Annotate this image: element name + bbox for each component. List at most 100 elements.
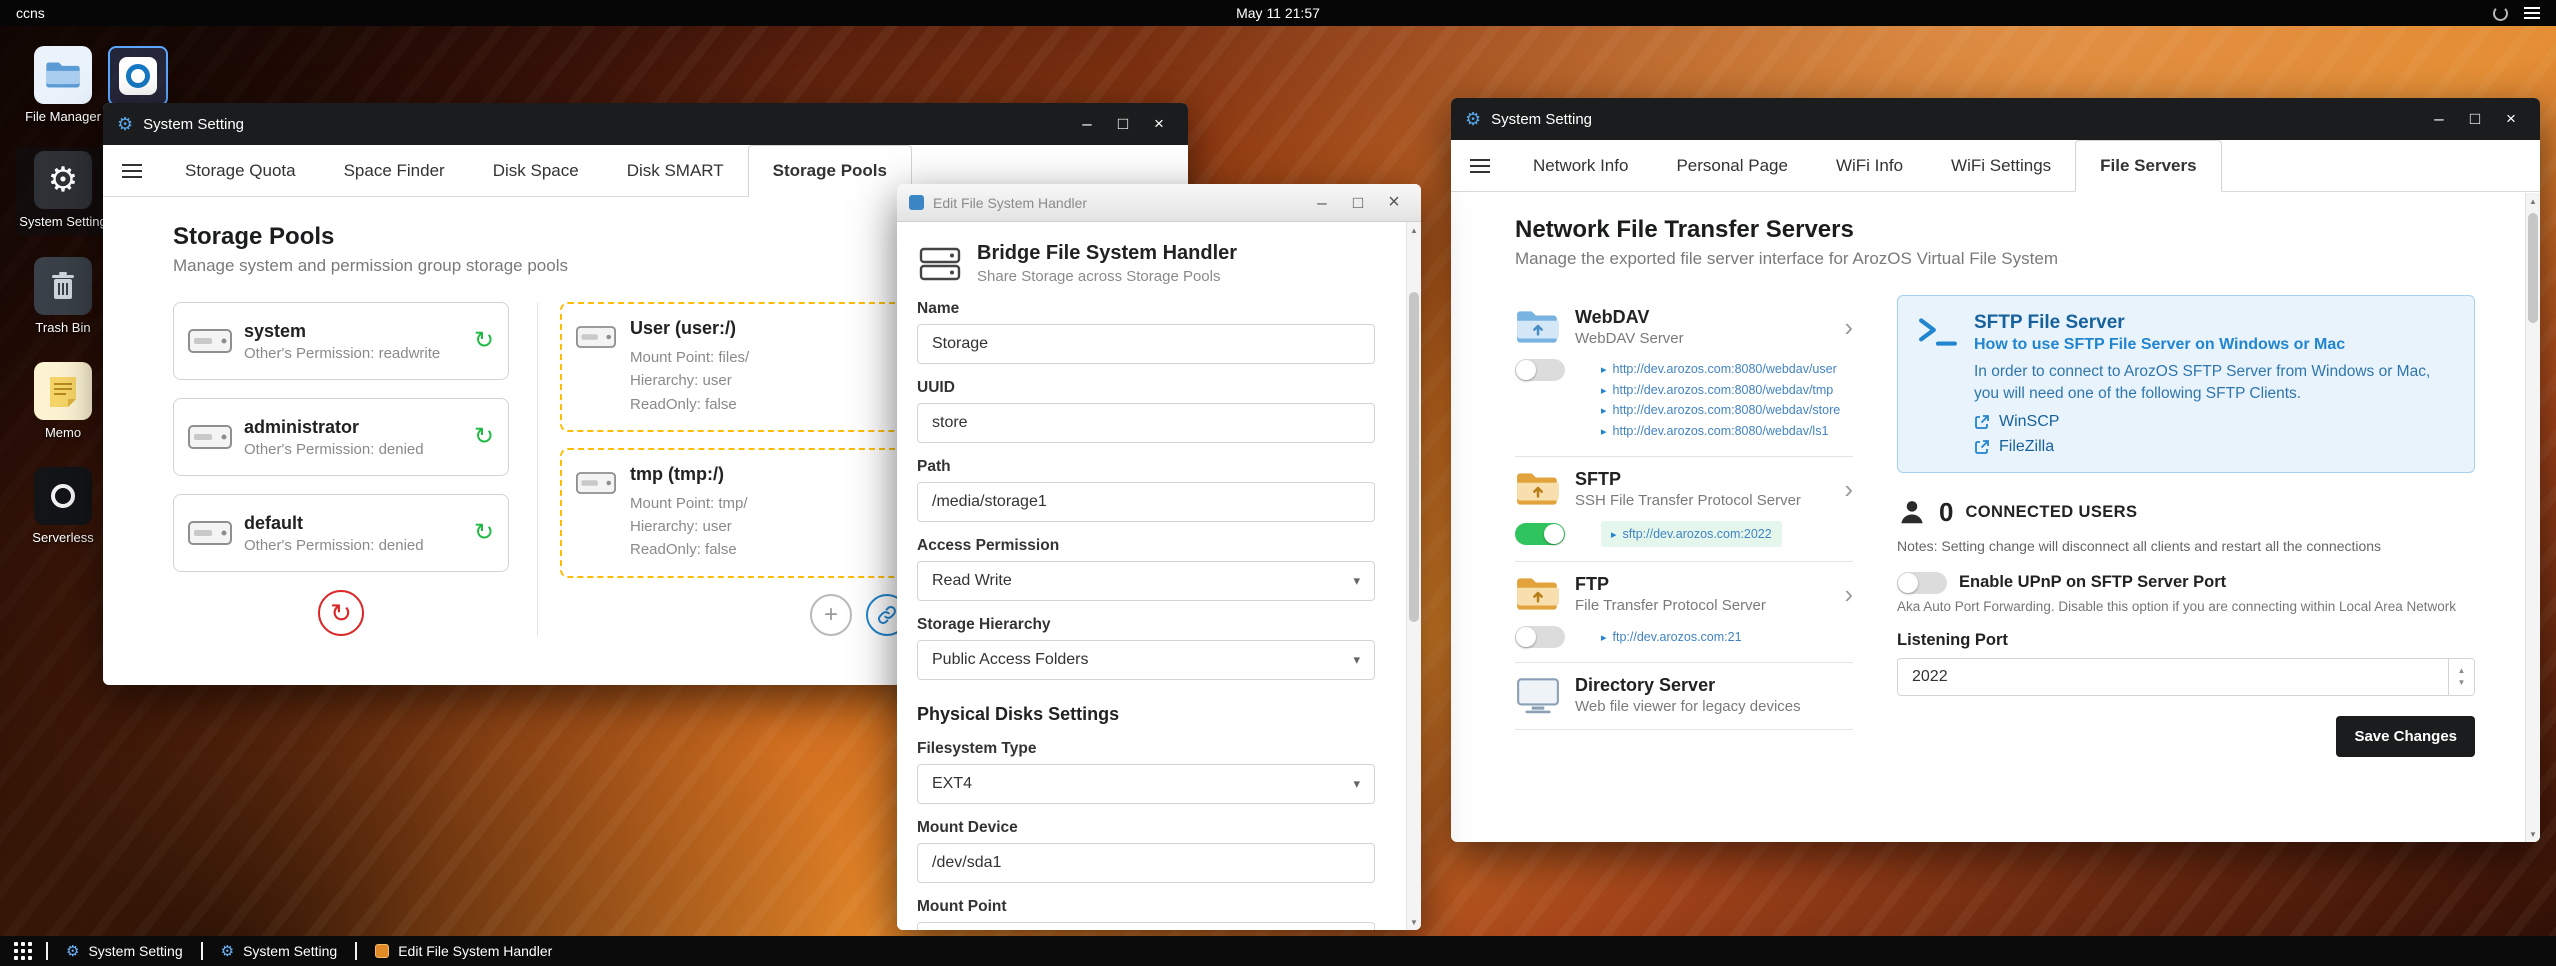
gear-icon: ⚙ [117,114,134,134]
chevron-right-icon[interactable]: › [1844,314,1853,340]
sync-icon[interactable]: ↻ [474,521,494,545]
ftp-link[interactable]: ▸ ftp://dev.arozos.com:21 [1601,627,1742,648]
tab-personal-page[interactable]: Personal Page [1652,140,1812,191]
filesystem-type-select[interactable]: EXT4 ▾ [917,764,1375,804]
sftp-toggle[interactable] [1515,522,1565,545]
scrollbar-thumb[interactable] [1409,292,1419,622]
taskbar-item-edit-fs-handler[interactable]: Edit File System Handler [357,936,570,966]
start-menu-button[interactable] [0,936,46,966]
taskbar-item-system-setting-1[interactable]: ⚙ System Setting [48,936,201,966]
name-label: Name [917,300,960,317]
edit-fs-handler-icon [375,944,390,958]
chevron-right-icon[interactable]: › [1844,581,1853,607]
bullet-icon: ▸ [1601,384,1607,397]
gear-icon: ⚙ [34,151,92,210]
server-ftp-header[interactable]: FTP File Transfer Protocol Server › [1515,574,1853,614]
maximize-button[interactable]: □ [1108,111,1138,137]
tab-wifi-settings[interactable]: WiFi Settings [1927,140,2075,191]
desktop: ccns May 11 21:57 File Manager ⚙ System … [0,0,2556,966]
storage-hierarchy-select[interactable]: Public Access Folders ▾ [917,640,1375,680]
close-button[interactable]: × [1144,111,1174,137]
storage-window-titlebar[interactable]: ⚙ System Setting – □ × [103,103,1188,145]
desktop-icon-trash-bin[interactable]: Trash Bin [16,253,110,340]
sftp-link[interactable]: ▸ sftp://dev.arozos.com:2022 [1601,520,1782,548]
bridge-card-tmp[interactable]: tmp (tmp:/) Mount Point: tmp/ Hierarchy:… [560,447,912,578]
tab-network-info[interactable]: Network Info [1509,140,1652,191]
server-webdav-header[interactable]: WebDAV WebDAV Server › [1515,307,1853,347]
upnp-description: Aka Auto Port Forwarding. Disable this o… [1897,598,2457,614]
menu-icon[interactable] [1451,140,1509,191]
listening-port-field[interactable] [1897,657,2475,696]
tab-storage-pools[interactable]: Storage Pools [747,145,912,197]
name-field[interactable] [917,324,1375,364]
upnp-toggle[interactable] [1897,571,1947,594]
tab-storage-quota[interactable]: Storage Quota [161,145,320,196]
pool-card-default[interactable]: default Other's Permission: denied ↻ [173,494,509,572]
desktop-icon-memo[interactable]: Memo [16,358,110,445]
client-link-filezilla[interactable]: FileZilla [1974,438,2454,456]
pool-card-system[interactable]: system Other's Permission: readwrite ↻ [173,302,509,380]
scroll-down-icon[interactable]: ▼ [2526,826,2540,842]
server-sftp-header[interactable]: SFTP SSH File Transfer Protocol Server › [1515,469,1853,509]
bridge-card-user[interactable]: User (user:/) Mount Point: files/ Hierar… [560,302,912,432]
webdav-link[interactable]: ▸ http://dev.arozos.com:8080/webdav/store [1601,400,1840,421]
webdav-link[interactable]: ▸ http://dev.arozos.com:8080/webdav/user [1601,359,1840,380]
tab-file-servers[interactable]: File Servers [2075,140,2222,192]
desktop-icon-selected-app[interactable] [108,46,168,106]
number-stepper[interactable]: ▲ ▼ [2448,658,2474,695]
edit-window-scrollbar[interactable]: ▲ ▼ [1406,222,1421,930]
sync-icon[interactable]: ↻ [474,425,494,449]
sync-status-icon[interactable] [2493,5,2508,21]
gear-icon: ⚙ [220,942,235,960]
uuid-field[interactable] [917,403,1375,443]
menu-icon[interactable] [103,145,161,196]
step-down-icon[interactable]: ▼ [2458,678,2466,687]
path-field[interactable] [917,482,1375,522]
external-link-icon [1975,415,1989,429]
taskbar-item-system-setting-2[interactable]: ⚙ System Setting [203,936,356,966]
desktop-icon-serverless[interactable]: Serverless [16,463,110,550]
tab-space-finder[interactable]: Space Finder [320,145,469,196]
network-window-titlebar[interactable]: ⚙ System Setting – □ × [1451,98,2540,140]
desktop-icon-file-manager[interactable]: File Manager [16,42,110,129]
scroll-down-icon[interactable]: ▼ [1407,914,1421,930]
scrollbar-thumb[interactable] [2528,213,2538,323]
close-button[interactable]: × [1379,190,1409,216]
minimize-button[interactable]: – [1307,190,1337,216]
network-window-scrollbar[interactable]: ▲ ▼ [2525,193,2540,842]
webdav-link[interactable]: ▸ http://dev.arozos.com:8080/webdav/tmp [1601,380,1840,401]
edit-form: Bridge File System Handler Share Storage… [897,222,1421,930]
edit-window-titlebar[interactable]: Edit File System Handler – □ × [897,184,1421,222]
add-bridge-button[interactable]: + [810,593,852,636]
step-up-icon[interactable]: ▲ [2458,666,2466,675]
server-directory: Directory Server Web file viewer for leg… [1515,663,1853,729]
mount-device-field[interactable] [917,843,1375,883]
save-changes-button[interactable]: Save Changes [2336,715,2475,757]
maximize-button[interactable]: □ [2460,106,2490,132]
desktop-icon-system-setting[interactable]: ⚙ System Setting [16,147,110,235]
close-button[interactable]: × [2496,106,2526,132]
scroll-up-icon[interactable]: ▲ [2526,193,2540,209]
minimize-button[interactable]: – [1072,111,1102,137]
ftp-toggle[interactable] [1515,626,1565,649]
sync-icon[interactable]: ↻ [474,329,494,353]
maximize-button[interactable]: □ [1343,190,1373,216]
tab-disk-space[interactable]: Disk Space [469,145,603,196]
arozos-logo-icon [119,57,157,95]
tab-wifi-info[interactable]: WiFi Info [1812,140,1927,191]
minimize-button[interactable]: – [2424,106,2454,132]
tab-disk-smart[interactable]: Disk SMART [603,145,748,196]
server-directory-header[interactable]: Directory Server Web file viewer for leg… [1515,675,1853,715]
mount-point-field[interactable] [917,922,1375,930]
scroll-up-icon[interactable]: ▲ [1407,222,1421,238]
client-link-winscp[interactable]: WinSCP [1974,413,2454,431]
sftp-detail-panel: SFTP File Server How to use SFTP File Se… [1897,295,2475,757]
chevron-down-icon: ▾ [1353,573,1360,588]
webdav-link[interactable]: ▸ http://dev.arozos.com:8080/webdav/ls1 [1601,421,1840,442]
access-permission-select[interactable]: Read Write ▾ [917,561,1375,601]
pool-card-administrator[interactable]: administrator Other's Permission: denied… [173,398,509,476]
chevron-right-icon[interactable]: › [1844,476,1853,502]
reload-pools-button[interactable]: ↻ [318,590,364,636]
top-menu-icon[interactable] [2524,4,2540,22]
webdav-toggle[interactable] [1515,359,1565,381]
